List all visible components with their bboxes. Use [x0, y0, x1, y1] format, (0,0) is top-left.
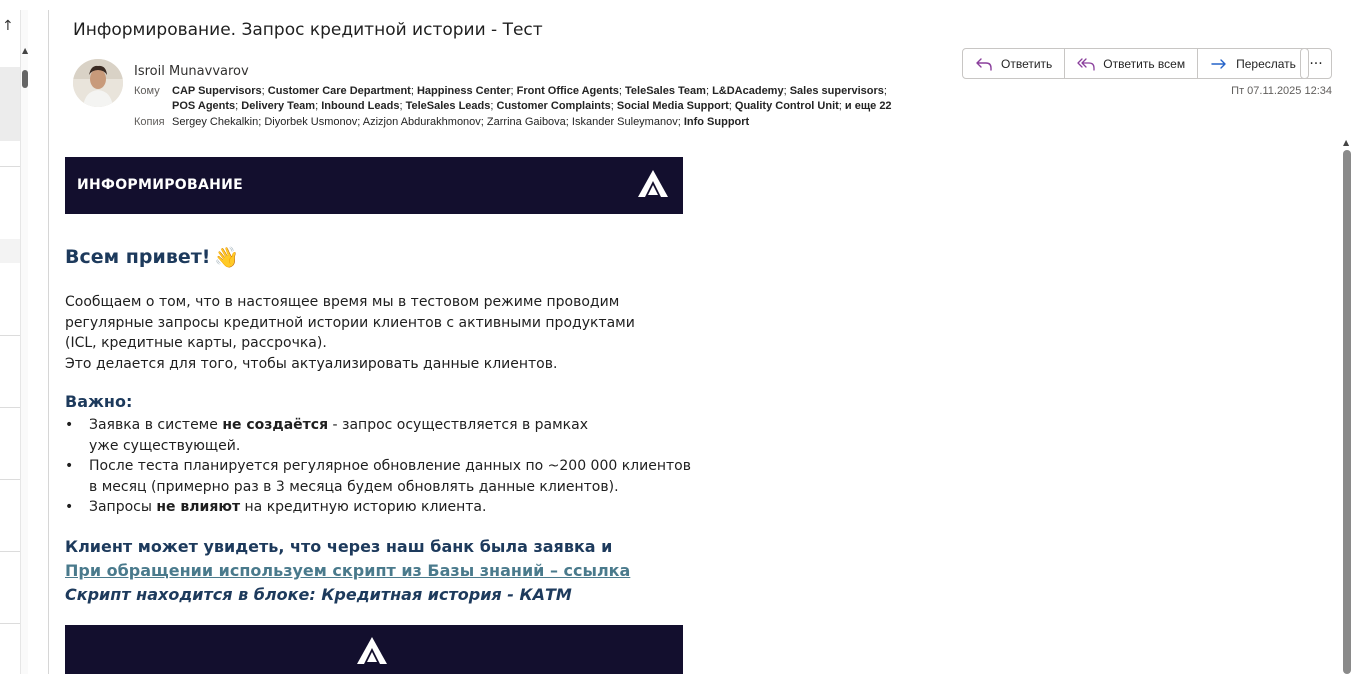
reply-all-icon [1077, 57, 1095, 71]
list-item: • Заявка в системе не создаётся - запрос… [65, 417, 588, 454]
banner-title: ИНФОРМИРОВАНИЕ [77, 177, 243, 193]
sort-arrow-icon[interactable]: ↑ [2, 18, 14, 34]
to-recipients[interactable]: Кому CAP Supervisors; Customer Care Depar… [134, 85, 887, 97]
more-icon: ··· [1309, 55, 1323, 72]
scrollbar-thumb[interactable] [22, 70, 28, 88]
email-subject: Информирование. Запрос кредитной истории… [73, 20, 543, 40]
forward-button[interactable]: Переслать [1198, 49, 1308, 78]
message-group-header [0, 239, 20, 263]
intro-paragraph: Сообщаем о том, что в настоящее время мы… [65, 294, 635, 372]
list-item: • Запросы не влияют на кредитную историю… [65, 499, 487, 515]
client-note: Клиент может увидеть, что через наш банк… [65, 535, 630, 607]
scroll-up-icon[interactable]: ▲ [22, 46, 28, 55]
received-datetime: Пт 07.11.2025 12:34 [1231, 85, 1332, 97]
more-actions-button[interactable]: ··· [1300, 48, 1332, 79]
scroll-up-icon[interactable]: ▲ [1343, 138, 1349, 147]
greeting-heading: Всем привет! 👋 [65, 245, 240, 269]
sender-name[interactable]: Isroil Munavvarov [134, 64, 249, 79]
selected-message-row[interactable] [0, 67, 20, 141]
company-logo-icon [638, 170, 668, 197]
more-recipients-link[interactable]: и еще 22 [845, 100, 892, 112]
reply-icon [976, 57, 992, 71]
reply-button[interactable]: Ответить [963, 49, 1066, 78]
cc-label: Копия [134, 116, 165, 128]
knowledge-base-link[interactable]: При обращении используем скрипт из Базы … [65, 559, 630, 583]
message-list-pane: ↑ [0, 0, 20, 674]
sender-avatar[interactable] [73, 59, 123, 107]
message-list-scrollbar[interactable]: ▲ [20, 10, 28, 674]
to-recipients-line2[interactable]: POS Agents; Delivery Team; Inbound Leads… [172, 100, 892, 112]
cc-recipients[interactable]: Копия Sergey Chekalkin; Diyorbek Usmonov;… [134, 116, 749, 128]
forward-icon [1211, 58, 1226, 69]
important-list: • Заявка в системе не создаётся - запрос… [65, 415, 691, 518]
script-location: Скрипт находится в блоке: Кредитная исто… [65, 585, 572, 604]
message-actions: Ответить Ответить всем Переслать [962, 48, 1309, 79]
waving-hand-icon: 👋 [214, 245, 240, 269]
reply-all-button[interactable]: Ответить всем [1065, 49, 1199, 78]
reading-pane-scrollbar[interactable]: ▲ [1340, 134, 1354, 674]
footer-banner [65, 625, 683, 674]
header-banner: ИНФОРМИРОВАНИЕ [65, 157, 683, 214]
list-item: • После теста планируется регулярное обн… [65, 458, 691, 495]
company-logo-icon [357, 637, 387, 664]
important-heading: Важно: [65, 392, 133, 411]
to-label: Кому [134, 85, 160, 97]
scrollbar-thumb[interactable] [1343, 150, 1351, 674]
pane-divider[interactable] [48, 10, 49, 674]
